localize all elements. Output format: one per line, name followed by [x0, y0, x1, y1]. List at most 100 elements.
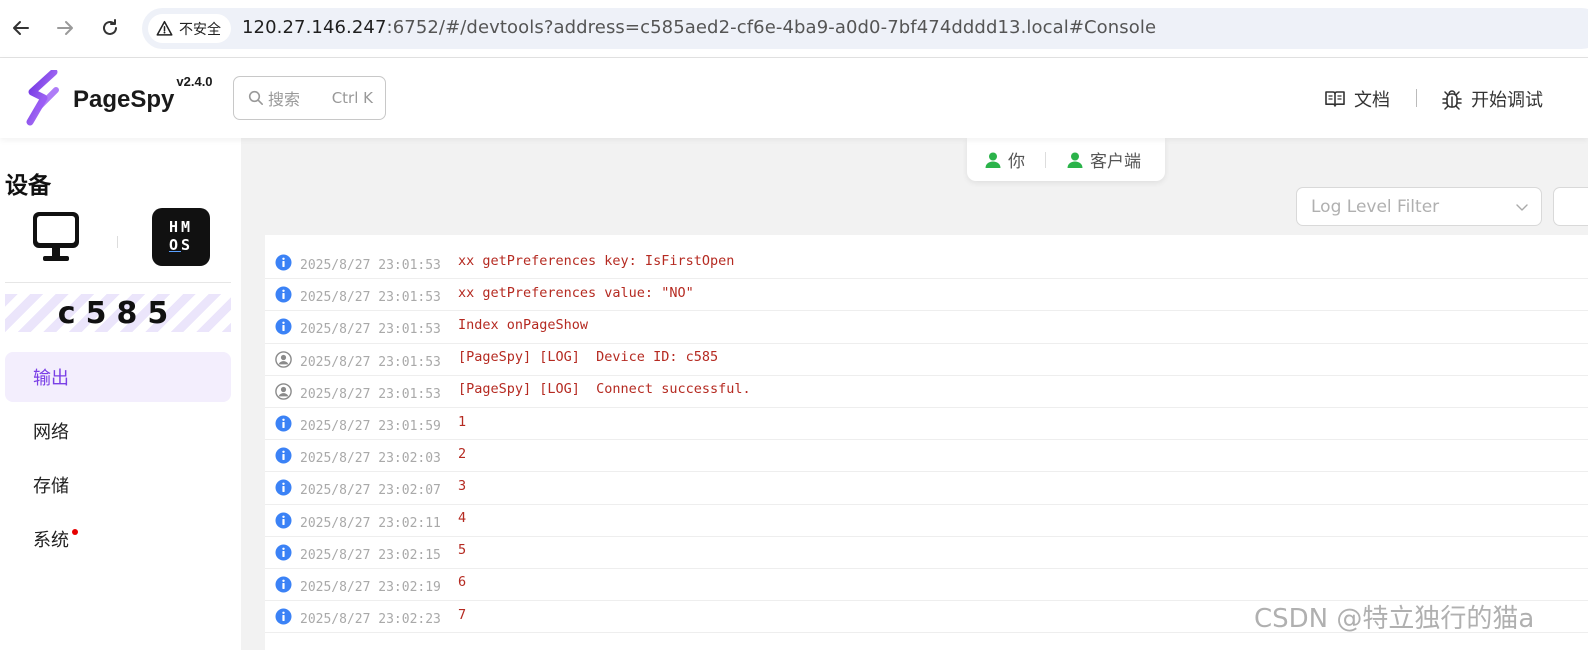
back-arrow-icon [13, 21, 29, 35]
security-chip[interactable]: 不安全 [148, 14, 231, 43]
forward-button[interactable] [50, 13, 80, 43]
log-row[interactable]: 2025/8/27 23:01:59 1 [265, 408, 1588, 441]
sidebar-item-system[interactable]: 系统 [5, 514, 231, 564]
brand-text: PageSpy [73, 86, 175, 113]
console-log-list: 2025/8/27 23:01:53 xx getPreferences key:… [265, 235, 1588, 650]
brand-name[interactable]: PageSpyv2.4.0 [73, 74, 213, 114]
start-debug-link[interactable]: 开始调试 [1441, 86, 1543, 112]
info-icon [275, 415, 292, 432]
log-message: 6 [458, 574, 467, 591]
reload-icon [103, 19, 117, 35]
sidebar-item-label: 网络 [33, 422, 69, 443]
log-message: [PageSpy] [LOG] Device ID: c585 [458, 349, 719, 366]
log-timestamp: 2025/8/27 23:02:15 [300, 547, 441, 563]
os-badge-o: O [168, 236, 181, 254]
connection-client[interactable]: 客户端 [1066, 147, 1141, 172]
sidebar-item-label: 存储 [33, 476, 69, 497]
info-icon [275, 286, 292, 303]
os-badge-s: S [181, 236, 194, 254]
harmonyos-icon: HM OS [152, 208, 210, 266]
connection-client-label: 客户端 [1090, 152, 1141, 172]
info-icon [275, 479, 292, 496]
os-badge-line2: OS [152, 236, 210, 254]
log-timestamp: 2025/8/27 23:01:53 [300, 354, 441, 370]
log-timestamp: 2025/8/27 23:01:53 [300, 322, 441, 338]
log-message: xx getPreferences value: "NO" [458, 284, 694, 301]
log-row[interactable]: 2025/8/27 23:02:07 3 [265, 472, 1588, 505]
url-path: :6752/#/devtools?address=c585aed2-cf6e-4… [386, 17, 1157, 38]
notification-dot [72, 529, 78, 535]
search-placeholder: 搜索 [268, 90, 301, 109]
chevron-down-icon [1516, 203, 1528, 211]
log-message: 3 [458, 477, 467, 494]
log-timestamp: 2025/8/27 23:01:53 [300, 258, 441, 274]
forward-arrow-icon [57, 21, 73, 35]
start-debug-label: 开始调试 [1471, 90, 1543, 111]
sidebar-item-network[interactable]: 网络 [5, 406, 231, 456]
book-icon [1325, 91, 1345, 107]
connection-you-label: 你 [1008, 152, 1025, 172]
log-timestamp: 2025/8/27 23:02:19 [300, 579, 441, 595]
log-message: 5 [458, 542, 467, 559]
log-timestamp: 2025/8/27 23:01:53 [300, 386, 441, 402]
info-icon [275, 318, 292, 335]
reload-button[interactable] [95, 13, 125, 43]
log-message: 2 [458, 445, 467, 462]
user-icon [275, 350, 292, 368]
connection-divider [1045, 151, 1046, 168]
user-icon [1067, 152, 1083, 168]
app-header: PageSpyv2.4.0 搜索 Ctrl K 文档 开始调试 [0, 58, 1588, 138]
secondary-filter[interactable] [1553, 187, 1588, 226]
os-badge-line1: HM [168, 218, 194, 236]
user-icon [275, 383, 292, 400]
log-row[interactable]: 2025/8/27 23:02:19 6 [265, 569, 1588, 602]
info-icon [275, 254, 292, 271]
log-row[interactable]: 2025/8/27 23:01:53 [PageSpy] [LOG] Device… [265, 344, 1588, 376]
info-icon [275, 544, 292, 561]
search-icon [248, 90, 263, 105]
pagespy-logo-icon [26, 70, 59, 126]
log-message: xx getPreferences key: IsFirstOpen [458, 252, 735, 269]
log-row[interactable]: 2025/8/27 23:02:11 4 [265, 505, 1588, 537]
address-bar[interactable]: 不安全 120.27.146.247:6752/#/devtools?addre… [142, 8, 1588, 49]
main-panel: 你 客户端 Log Level Filter 2025/8/27 23:01:5… [241, 138, 1588, 650]
sidebar-item-storage[interactable]: 存储 [5, 460, 231, 510]
header-divider [1416, 89, 1417, 107]
connection-status: 你 客户端 [967, 138, 1165, 181]
log-row[interactable]: 2025/8/27 23:02:03 2 [265, 440, 1588, 473]
device-id: c585 [5, 294, 231, 332]
docs-link[interactable]: 文档 [1324, 86, 1390, 112]
log-message: 4 [458, 510, 467, 527]
sidebar-divider [5, 282, 231, 283]
log-row[interactable]: 2025/8/27 23:01:53 xx getPreferences key:… [265, 247, 1588, 280]
device-divider [117, 236, 118, 248]
watermark: CSDN @特立独行的猫a [1254, 604, 1535, 634]
log-timestamp: 2025/8/27 23:02:23 [300, 612, 441, 628]
connection-you[interactable]: 你 [984, 147, 1025, 172]
log-level-filter[interactable]: Log Level Filter [1296, 187, 1542, 226]
log-row[interactable]: 2025/8/27 23:02:15 5 [265, 537, 1588, 569]
log-timestamp: 2025/8/27 23:01:53 [300, 290, 441, 306]
warning-icon [156, 20, 173, 36]
sidebar: 设备 HM OS c585 输出 网络 存储 系统 [0, 138, 241, 650]
info-icon [275, 447, 292, 464]
bug-icon [1442, 90, 1462, 110]
log-row[interactable]: 2025/8/27 23:01:53 Index onPageShow [265, 311, 1588, 344]
log-message: 1 [458, 413, 467, 430]
log-timestamp: 2025/8/27 23:01:59 [300, 419, 441, 435]
url-host: 120.27.146.247 [242, 17, 387, 38]
info-icon [275, 608, 292, 625]
url-text[interactable]: 120.27.146.247:6752/#/devtools?address=c… [242, 17, 1156, 38]
sidebar-item-label: 输出 [33, 368, 69, 389]
log-timestamp: 2025/8/27 23:02:03 [300, 451, 441, 467]
version-label: v2.4.0 [176, 74, 213, 89]
docs-label: 文档 [1354, 90, 1390, 111]
user-icon [985, 152, 1001, 168]
security-label: 不安全 [179, 21, 221, 38]
search-input[interactable]: 搜索 Ctrl K [233, 76, 386, 120]
log-row[interactable]: 2025/8/27 23:01:53 [PageSpy] [LOG] Connec… [265, 376, 1588, 408]
log-row[interactable]: 2025/8/27 23:01:53 xx getPreferences valu… [265, 279, 1588, 312]
sidebar-item-console[interactable]: 输出 [5, 352, 231, 402]
search-shortcut: Ctrl K [331, 89, 373, 107]
back-button[interactable] [6, 13, 36, 43]
